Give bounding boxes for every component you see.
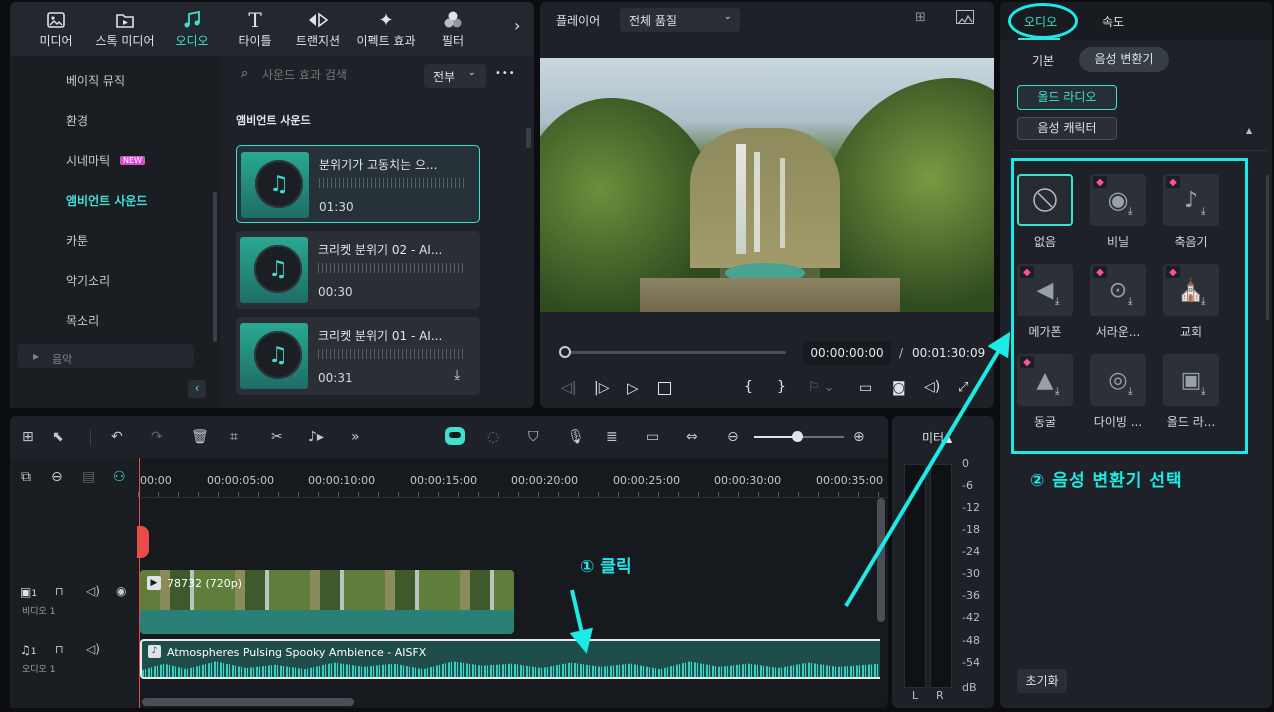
annotation-arrows xyxy=(569,331,1011,654)
annotation-arrow-diagonal xyxy=(844,331,1011,608)
annotation-arrow-down xyxy=(569,589,593,654)
